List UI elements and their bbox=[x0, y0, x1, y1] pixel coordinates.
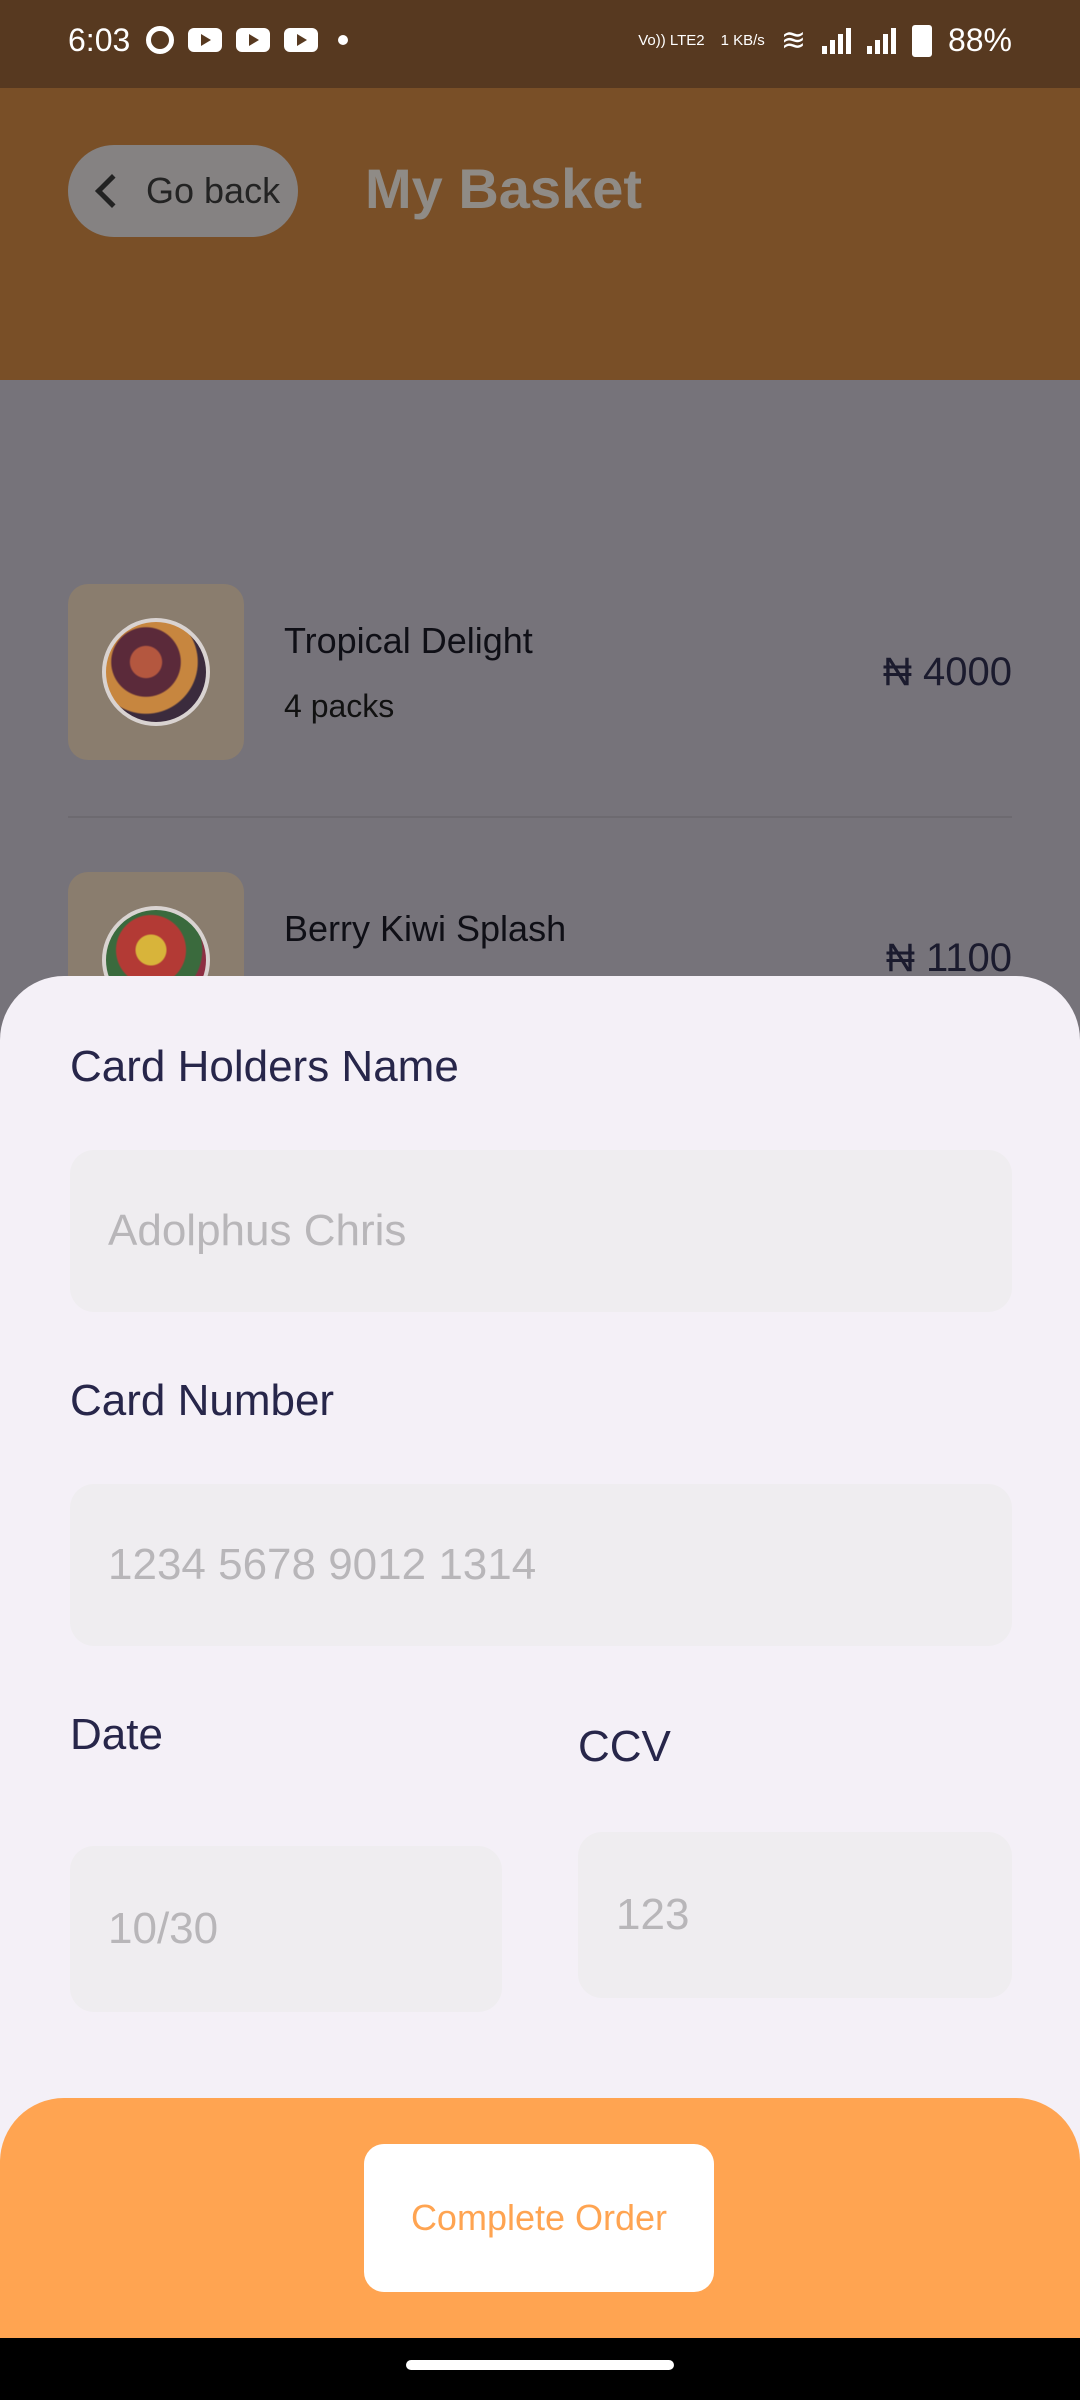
youtube-icon bbox=[284, 28, 318, 52]
page-title: My Basket bbox=[365, 157, 643, 220]
battery-level: 88% bbox=[947, 22, 1012, 58]
network-type: Vo)) LTE2 bbox=[638, 31, 705, 49]
navigation-bar bbox=[0, 2338, 1080, 2400]
item-quantity: 4 packs bbox=[284, 688, 395, 724]
go-back-label: Go back bbox=[146, 170, 281, 211]
status-time: 6:03 bbox=[68, 22, 131, 58]
basket-item[interactable]: Tropical Delight 4 packs ₦ 4000 bbox=[68, 584, 1012, 764]
order-footer: Complete Order bbox=[0, 2098, 1080, 2338]
ccv-input[interactable]: 123 bbox=[578, 1832, 1012, 1998]
item-price: ₦ 4000 bbox=[883, 650, 1012, 694]
header: Go back My Basket bbox=[0, 88, 1080, 380]
card-number-input[interactable]: 1234 5678 9012 1314 bbox=[70, 1484, 1012, 1646]
item-image bbox=[68, 584, 244, 760]
youtube-icon bbox=[236, 28, 270, 52]
wifi-icon: ≋ bbox=[780, 24, 806, 57]
item-name: Berry Kiwi Splash bbox=[284, 908, 567, 949]
card-number-label: Card Number bbox=[70, 1376, 335, 1425]
card-holder-input[interactable]: Adolphus Chris bbox=[70, 1150, 1012, 1312]
notification-dot-icon bbox=[338, 35, 348, 45]
date-label: Date bbox=[70, 1710, 163, 1759]
home-indicator[interactable] bbox=[406, 2360, 674, 2370]
go-back-button[interactable]: Go back bbox=[68, 145, 298, 237]
ccv-label: CCV bbox=[578, 1722, 671, 1771]
divider bbox=[68, 816, 1012, 818]
item-price: ₦ 1100 bbox=[885, 936, 1012, 980]
network-speed: 1 KB/s bbox=[720, 31, 765, 49]
youtube-icon bbox=[188, 28, 222, 52]
expiry-date-input[interactable]: 10/30 bbox=[70, 1846, 502, 2012]
signal-icon bbox=[866, 27, 896, 54]
status-bar: 6:03 Vo)) LTE2 1 KB/s ≋ 88% bbox=[0, 0, 1080, 88]
chevron-left-icon bbox=[95, 174, 129, 208]
fruit-bowl-icon bbox=[102, 618, 210, 726]
signal-icon bbox=[821, 27, 851, 54]
settings-icon bbox=[146, 26, 174, 54]
battery-icon bbox=[911, 24, 932, 57]
item-name: Tropical Delight bbox=[284, 620, 533, 661]
complete-order-button[interactable]: Complete Order bbox=[364, 2144, 714, 2292]
card-holder-label: Card Holders Name bbox=[70, 1042, 459, 1091]
